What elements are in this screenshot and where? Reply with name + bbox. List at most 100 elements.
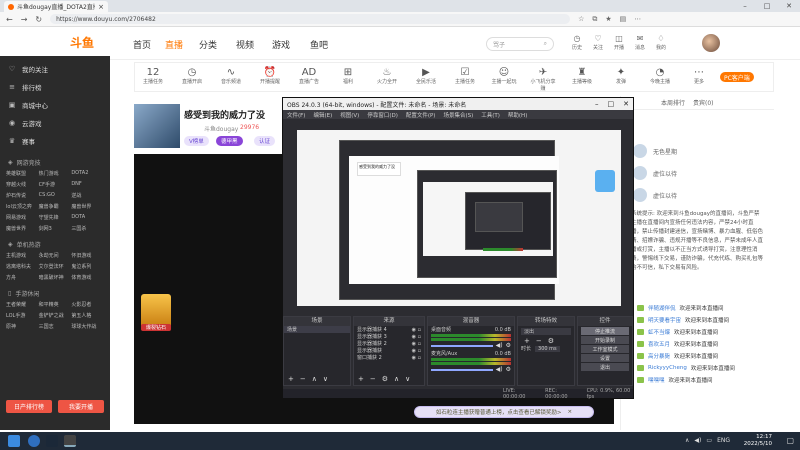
browser-tab[interactable]: 斗鱼dougay直播_DOTA2直播_... × [4, 1, 108, 12]
chat-username[interactable]: 明天要看宇宙 [648, 316, 681, 324]
start-recording-button[interactable]: 开始录制 [581, 336, 629, 344]
game-link[interactable]: 金铲铲之战 [39, 312, 72, 319]
sidebar-item-rank[interactable]: ≡ 排行榜 [0, 78, 110, 96]
obs-menu-item[interactable]: 配置文件(P) [406, 111, 436, 119]
room-tool-calendar[interactable]: ◷ 直播开启 [178, 67, 206, 85]
remove-icon[interactable]: − [300, 375, 306, 383]
reload-icon[interactable]: ↻ [35, 15, 42, 24]
room-tool-gift[interactable]: ⊞ 福利 [334, 67, 362, 85]
game-link[interactable]: 艾尔登法环 [39, 263, 72, 270]
favorites-icon[interactable]: ★ [605, 15, 611, 23]
nav-yuba[interactable]: 鱼吧 [310, 38, 328, 51]
gear-icon[interactable]: ⚙ [382, 375, 388, 383]
my-button[interactable]: ♢ 我的 [653, 34, 669, 51]
speaker-icon[interactable]: ◀) [694, 437, 701, 444]
speaker-icon[interactable]: ◀) [496, 342, 503, 349]
streamer-thumbnail[interactable] [134, 104, 180, 148]
game-link[interactable]: DNF [71, 181, 104, 188]
game-link[interactable]: 方舟 [6, 274, 39, 281]
reward-toast[interactable]: 如石粒连主播获赠普通上榜，点击查看已解锁奖励> × [414, 406, 594, 418]
game-link[interactable]: lol云顶之弈 [6, 203, 39, 210]
game-link[interactable]: 三国杀 [71, 225, 104, 232]
tag-vrank[interactable]: V榜单 [184, 136, 209, 146]
room-tool-ad[interactable]: AD 直播广告 [295, 67, 323, 85]
game-link[interactable]: 王者荣耀 [6, 301, 39, 308]
room-tool-fire[interactable]: ♨ 火力全开 [373, 67, 401, 85]
source-item[interactable]: 显示器捕获 4 ◉ ▫ [354, 326, 424, 334]
lock-icon[interactable]: ▫ [416, 355, 421, 361]
lock-icon[interactable]: ▫ [416, 334, 421, 340]
game-link[interactable]: LOL手游 [6, 312, 39, 319]
tag-team[interactable]: 德甲黑 [216, 136, 243, 146]
game-link[interactable]: 魔兽世界 [6, 225, 39, 232]
up-icon[interactable]: ∧ [394, 375, 399, 383]
obs-menu-item[interactable]: 文件(F) [287, 111, 305, 119]
game-link[interactable]: 逆战 [71, 192, 104, 199]
obs-menu-item[interactable]: 编辑(E) [313, 111, 332, 119]
sidebar-item-events[interactable]: ♛ 赛事 [0, 132, 110, 150]
close-icon[interactable]: ✕ [623, 100, 629, 108]
room-tool-rank[interactable]: ♜ 主播等级 [568, 67, 596, 85]
chevron-up-icon[interactable]: ∧ [685, 437, 689, 444]
room-tool-friend[interactable]: ☺ 主播一起玩 [490, 67, 518, 85]
sidebar-item-cloudgame[interactable]: ◉ 云游戏 [0, 114, 110, 132]
nav-category[interactable]: 分类 [199, 38, 217, 51]
forward-icon[interactable]: → [21, 15, 28, 24]
game-link[interactable]: 第五人格 [71, 312, 104, 319]
add-icon[interactable]: + [288, 375, 294, 383]
gear-icon[interactable]: ⚙ [506, 366, 511, 373]
edge-icon[interactable] [28, 435, 40, 447]
extensions-icon[interactable]: ⧉ [592, 15, 597, 24]
game-link[interactable]: 魔兽世界 [71, 203, 104, 210]
fan-entry[interactable]: 虚位以待 [621, 162, 774, 184]
sidebar-item-follow[interactable]: ♡ 我的关注 [0, 60, 110, 78]
network-icon[interactable]: ▭ [706, 437, 712, 444]
transition-select[interactable]: 淡出 [521, 328, 571, 335]
maximize-icon[interactable]: □ [608, 100, 615, 108]
room-tool-more[interactable]: ⋯ 更多 [685, 67, 713, 85]
room-tool-play[interactable]: ▶ 全民乐活 [412, 67, 440, 85]
game-link[interactable]: 剑网3 [39, 225, 72, 232]
add-icon[interactable]: + [358, 375, 364, 383]
scene-item[interactable]: 场景 [284, 326, 350, 333]
game-link[interactable]: CS:GO [39, 192, 72, 199]
down-icon[interactable]: ∨ [323, 375, 328, 383]
lock-icon[interactable]: ▫ [416, 327, 421, 333]
game-link[interactable]: 炉石传说 [6, 192, 39, 199]
game-link[interactable]: 主机游戏 [6, 252, 39, 259]
chat-username[interactable]: 高分暴毙 [648, 352, 670, 360]
collections-icon[interactable]: ▤ [620, 15, 627, 23]
nav-video[interactable]: 视频 [236, 38, 254, 51]
chat-username[interactable]: 嘿嘿嘿 [648, 376, 665, 384]
clock[interactable]: 12:17 2022/5/10 [744, 434, 772, 448]
broadcast-button[interactable]: ◫ 开播 [611, 34, 627, 51]
studio-mode-button[interactable]: 工作室模式 [581, 345, 629, 353]
game-link[interactable]: 怀旧游戏 [71, 252, 104, 259]
message-button[interactable]: ✉ 消息 [632, 34, 648, 51]
room-tool-clock[interactable]: ⏰ 开播提醒 [256, 67, 284, 85]
lock-icon[interactable]: ▫ [416, 348, 421, 354]
notification-icon[interactable]: ▢ [786, 436, 794, 445]
nav-live[interactable]: 直播 [165, 38, 183, 51]
sidebar-item-mall[interactable]: ▣ 商城中心 [0, 96, 110, 114]
game-link[interactable]: 永劫无间 [39, 252, 72, 259]
menu-icon[interactable]: ⋯ [634, 15, 641, 23]
source-item[interactable]: 显示器捕获 3 ◉ ▫ [354, 333, 424, 341]
room-tool-speed[interactable]: ◔ 今晚主播 [646, 67, 674, 85]
game-link[interactable]: 英雄联盟 [6, 170, 39, 177]
room-tool-car[interactable]: ✈ 小飞机分享赚 [529, 67, 557, 92]
remove-icon[interactable]: − [536, 337, 542, 345]
tab-weekly-rank[interactable]: 本周排行 [661, 98, 685, 107]
streamer-name[interactable]: 斗鱼dougay [204, 124, 238, 133]
game-link[interactable]: 守望先锋 [39, 214, 72, 221]
gift-chest-icon[interactable] [141, 294, 171, 328]
add-icon[interactable]: + [524, 337, 530, 345]
close-tab-icon[interactable]: × [98, 3, 104, 11]
minimize-icon[interactable]: – [595, 100, 599, 108]
game-link[interactable]: DOTA2 [71, 170, 104, 177]
close-icon[interactable]: × [568, 409, 573, 415]
star-icon[interactable]: ☆ [578, 15, 584, 23]
start-live-button[interactable]: 我要开播 [58, 400, 104, 413]
chat-username[interactable]: 喜欢五月 [648, 340, 670, 348]
game-link[interactable]: 体育游戏 [71, 274, 104, 281]
